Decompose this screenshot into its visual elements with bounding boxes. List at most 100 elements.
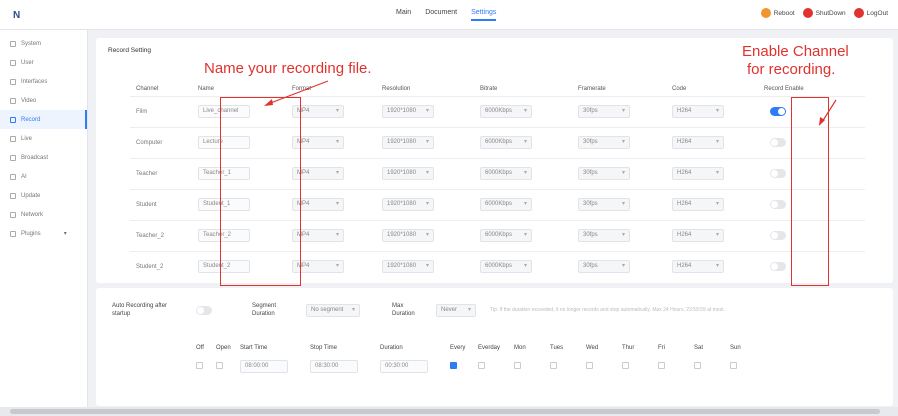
- bitrate-select[interactable]: 6000Kbps: [480, 260, 532, 274]
- shutdown-button[interactable]: ShutDown: [802, 8, 846, 18]
- bitrate-select[interactable]: 6000Kbps: [480, 167, 532, 180]
- sidebar-item-system[interactable]: System: [0, 34, 87, 53]
- sun-checkbox[interactable]: [730, 361, 737, 369]
- scrollbar-thumb[interactable]: [10, 409, 880, 414]
- resolution-select[interactable]: 1920*1080: [382, 229, 434, 242]
- resolution-select[interactable]: 1920*1080: [382, 260, 434, 274]
- header-format: Format: [292, 85, 312, 92]
- sched-header-tues: Tues: [550, 345, 564, 351]
- code-select[interactable]: H264: [672, 105, 724, 118]
- record-table-header: Channel Name Format Resolution Bitrate F…: [130, 82, 865, 96]
- update-icon: [10, 192, 16, 199]
- system-buttons: Reboot ShutDown LogOut: [760, 8, 888, 18]
- framerate-select[interactable]: 30fps: [578, 105, 630, 118]
- resolution-select[interactable]: 1920*1080: [382, 198, 434, 211]
- auto-recording-toggle[interactable]: [196, 305, 212, 315]
- sat-checkbox[interactable]: [694, 361, 701, 369]
- sidebar-item-video[interactable]: Video: [0, 91, 87, 110]
- sched-header-mon: Mon: [514, 345, 526, 351]
- bitrate-select[interactable]: 6000Kbps: [480, 229, 532, 242]
- record-enable-toggle[interactable]: [770, 107, 786, 116]
- sidebar-item-broadcast[interactable]: Broadcast: [0, 148, 87, 167]
- sidebar-item-plugins[interactable]: Plugins ▾: [0, 224, 87, 243]
- start-time-input[interactable]: 08:00:00: [240, 359, 288, 373]
- record-enable-toggle[interactable]: [770, 231, 786, 240]
- channel-cell: Student_2: [130, 250, 192, 282]
- sched-header-off: Off: [196, 345, 204, 351]
- resolution-select[interactable]: 1920*1080: [382, 105, 434, 118]
- header-name: Name: [198, 85, 215, 92]
- section-title: Record Setting: [108, 47, 151, 54]
- sched-header-wed: Wed: [586, 345, 599, 351]
- code-select[interactable]: H264: [672, 198, 724, 211]
- interfaces-icon: [10, 78, 16, 85]
- code-select[interactable]: H264: [672, 229, 724, 242]
- code-select[interactable]: H264: [672, 136, 724, 149]
- reboot-button[interactable]: Reboot: [760, 8, 795, 18]
- framerate-select[interactable]: 30fps: [578, 229, 630, 242]
- auto-recording-label: Auto Recording after startup: [112, 303, 168, 317]
- sidebar-item-ai[interactable]: AI: [0, 167, 87, 186]
- bitrate-select[interactable]: 6000Kbps: [480, 136, 532, 149]
- max-duration-hint: Tip: If the duration exceeded, it no lon…: [490, 306, 725, 313]
- chevron-down-icon: ▾: [63, 231, 67, 237]
- sidebar-item-record[interactable]: Record: [0, 110, 87, 129]
- sidebar-item-update[interactable]: Update: [0, 186, 87, 205]
- top-bar: N Main Document Settings Reboot ShutDown…: [0, 0, 898, 30]
- framerate-select[interactable]: 30fps: [578, 198, 630, 211]
- sched-header-sun: Sun: [730, 345, 741, 351]
- bitrate-select[interactable]: 6000Kbps: [480, 105, 532, 118]
- max-duration-select[interactable]: Never: [436, 303, 476, 317]
- wed-checkbox[interactable]: [586, 361, 593, 369]
- framerate-select[interactable]: 30fps: [578, 136, 630, 149]
- everyday-checkbox[interactable]: [478, 361, 485, 369]
- mon-checkbox[interactable]: [514, 361, 521, 369]
- enable-column-highlight: [791, 97, 829, 286]
- resolution-select[interactable]: 1920*1080: [382, 136, 434, 149]
- logout-button[interactable]: LogOut: [853, 8, 888, 18]
- framerate-select[interactable]: 30fps: [578, 167, 630, 180]
- sidebar-item-network[interactable]: Network: [0, 205, 87, 224]
- sidebar: System User Interfaces Video Record Live…: [0, 30, 88, 410]
- record-enable-toggle[interactable]: [770, 169, 786, 178]
- header-channel: Channel: [136, 85, 159, 92]
- framerate-select[interactable]: 30fps: [578, 260, 630, 274]
- resolution-select[interactable]: 1920*1080: [382, 167, 434, 180]
- max-duration-label: Max Duration: [392, 303, 415, 317]
- nav-main[interactable]: Main: [396, 9, 411, 21]
- horizontal-scrollbar[interactable]: [0, 407, 898, 416]
- sidebar-item-interfaces[interactable]: Interfaces: [0, 72, 87, 91]
- logout-icon: [853, 8, 864, 18]
- duration-input[interactable]: 00:30:00: [380, 359, 428, 373]
- every-checkbox[interactable]: [450, 361, 457, 369]
- enable-annotation-line1: Enable Channel: [742, 43, 849, 60]
- thur-checkbox[interactable]: [622, 361, 629, 369]
- bitrate-select[interactable]: 6000Kbps: [480, 198, 532, 211]
- schedule-off-checkbox[interactable]: [196, 361, 203, 369]
- sched-header-start: Start Time: [240, 345, 268, 351]
- record-enable-toggle[interactable]: [770, 200, 786, 209]
- fri-checkbox[interactable]: [658, 361, 665, 369]
- tues-checkbox[interactable]: [550, 361, 557, 369]
- system-icon: [10, 40, 16, 47]
- sched-header-open: Open: [216, 345, 231, 351]
- plugins-icon: [10, 230, 16, 237]
- schedule-header: Off Open Start Time Stop Time Duration E…: [196, 341, 766, 355]
- stop-time-input[interactable]: 08:30:00: [310, 359, 358, 373]
- code-select[interactable]: H264: [672, 167, 724, 180]
- sched-header-thur: Thur: [622, 345, 635, 351]
- code-select[interactable]: H264: [672, 260, 724, 274]
- schedule-open-checkbox[interactable]: [216, 361, 223, 369]
- ai-icon: [10, 173, 16, 180]
- nav-settings[interactable]: Settings: [471, 9, 497, 21]
- record-enable-toggle[interactable]: [770, 138, 786, 147]
- record-enable-toggle[interactable]: [770, 262, 786, 272]
- reboot-icon: [760, 8, 771, 18]
- network-icon: [10, 211, 16, 218]
- segment-duration-select[interactable]: No segment: [306, 303, 360, 317]
- nav-document[interactable]: Document: [425, 9, 457, 21]
- sidebar-item-live[interactable]: Live: [0, 129, 87, 148]
- channel-cell: Teacher: [130, 157, 192, 189]
- header-record-enable: Record Enable: [764, 85, 804, 92]
- sidebar-item-user[interactable]: User: [0, 53, 87, 72]
